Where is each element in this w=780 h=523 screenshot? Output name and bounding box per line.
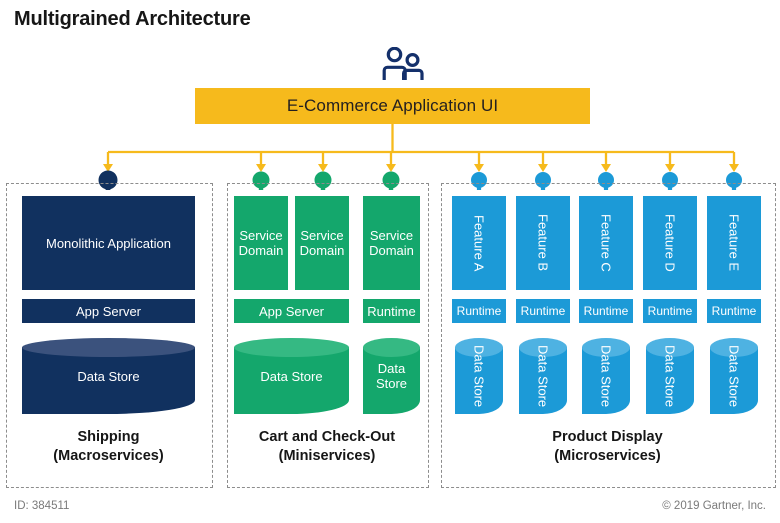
block-label: App Server xyxy=(258,303,325,319)
block-label: Runtime xyxy=(367,303,416,319)
diagram-canvas: Multigrained Architecture E-Commerce App… xyxy=(0,0,780,523)
block-service-domain-3[interactable]: Service Domain xyxy=(363,196,420,290)
block-label: Feature D xyxy=(662,214,678,272)
datastore-feature-e[interactable]: Data Store xyxy=(710,338,758,414)
block-label: App Server xyxy=(75,303,142,319)
block-label: Service Domain xyxy=(238,228,284,258)
group-title: Product Display xyxy=(552,429,663,445)
block-runtime-cart[interactable]: Runtime xyxy=(363,299,420,323)
group-title: Shipping xyxy=(77,429,140,445)
block-runtime-d[interactable]: Runtime xyxy=(643,299,697,323)
block-service-domain-2[interactable]: Service Domain xyxy=(295,196,349,290)
datastore-feature-b[interactable]: Data Store xyxy=(519,338,567,414)
block-label: Runtime xyxy=(520,303,566,318)
group-subtitle: (Macroservices) xyxy=(53,448,164,464)
block-feature-c[interactable]: Feature C xyxy=(579,196,633,290)
block-label: Runtime xyxy=(456,303,502,318)
block-runtime-b[interactable]: Runtime xyxy=(516,299,570,323)
datastore-label: Data Store xyxy=(260,368,323,384)
block-label: Runtime xyxy=(711,303,757,318)
banner-label: E-Commerce Application UI xyxy=(286,96,499,115)
group-subtitle: (Miniservices) xyxy=(278,448,376,464)
group-subtitle: (Microservices) xyxy=(554,448,661,464)
block-runtime-e[interactable]: Runtime xyxy=(707,299,761,323)
block-label: Runtime xyxy=(583,303,629,318)
datastore-shipping[interactable]: Data Store xyxy=(22,338,195,414)
block-app-server-shipping[interactable]: App Server xyxy=(22,299,195,323)
footer-copyright: © 2019 Gartner, Inc. xyxy=(662,500,766,512)
datastore-feature-d[interactable]: Data Store xyxy=(646,338,694,414)
page-title: Multigrained Architecture xyxy=(14,8,251,30)
ecommerce-application-ui-banner[interactable]: E-Commerce Application UI xyxy=(195,88,590,124)
block-runtime-a[interactable]: Runtime xyxy=(452,299,506,323)
footer-id: ID: 384511 xyxy=(14,500,70,512)
datastore-cart-main[interactable]: Data Store xyxy=(234,338,349,414)
block-label: Feature C xyxy=(598,214,614,272)
block-label: Service Domain xyxy=(369,228,414,258)
block-label: Service Domain xyxy=(299,228,345,258)
datastore-feature-c[interactable]: Data Store xyxy=(582,338,630,414)
block-service-domain-1[interactable]: Service Domain xyxy=(234,196,288,290)
datastore-label: Data Store xyxy=(77,368,140,384)
group-title: Cart and Check-Out xyxy=(258,429,396,445)
block-feature-e[interactable]: Feature E xyxy=(707,196,761,290)
block-feature-a[interactable]: Feature A xyxy=(452,196,506,290)
block-label: Monolithic Application xyxy=(45,235,172,251)
block-label: Runtime xyxy=(647,303,693,318)
datastore-label: Data Store xyxy=(375,361,408,391)
users-icon xyxy=(381,46,425,81)
datastore-cart-secondary[interactable]: Data Store xyxy=(363,338,420,414)
datastore-label: Data Store xyxy=(598,344,614,408)
block-label: Feature E xyxy=(726,214,742,272)
block-feature-b[interactable]: Feature B xyxy=(516,196,570,290)
datastore-label: Data Store xyxy=(535,344,551,408)
group-label-cart-and-check-out: Cart and Check-Out (Miniservices) xyxy=(227,428,427,466)
block-runtime-c[interactable]: Runtime xyxy=(579,299,633,323)
datastore-label: Data Store xyxy=(726,344,742,408)
connector-lines xyxy=(98,124,742,190)
datastore-feature-a[interactable]: Data Store xyxy=(455,338,503,414)
group-label-shipping: Shipping (Macroservices) xyxy=(6,428,211,466)
block-feature-d[interactable]: Feature D xyxy=(643,196,697,290)
block-label: Feature B xyxy=(535,214,551,272)
group-label-product-display: Product Display (Microservices) xyxy=(441,428,774,466)
datastore-label: Data Store xyxy=(471,344,487,408)
datastore-label: Data Store xyxy=(662,344,678,408)
block-monolithic-application[interactable]: Monolithic Application xyxy=(22,196,195,290)
block-label: Feature A xyxy=(471,214,487,272)
block-app-server-cart[interactable]: App Server xyxy=(234,299,349,323)
